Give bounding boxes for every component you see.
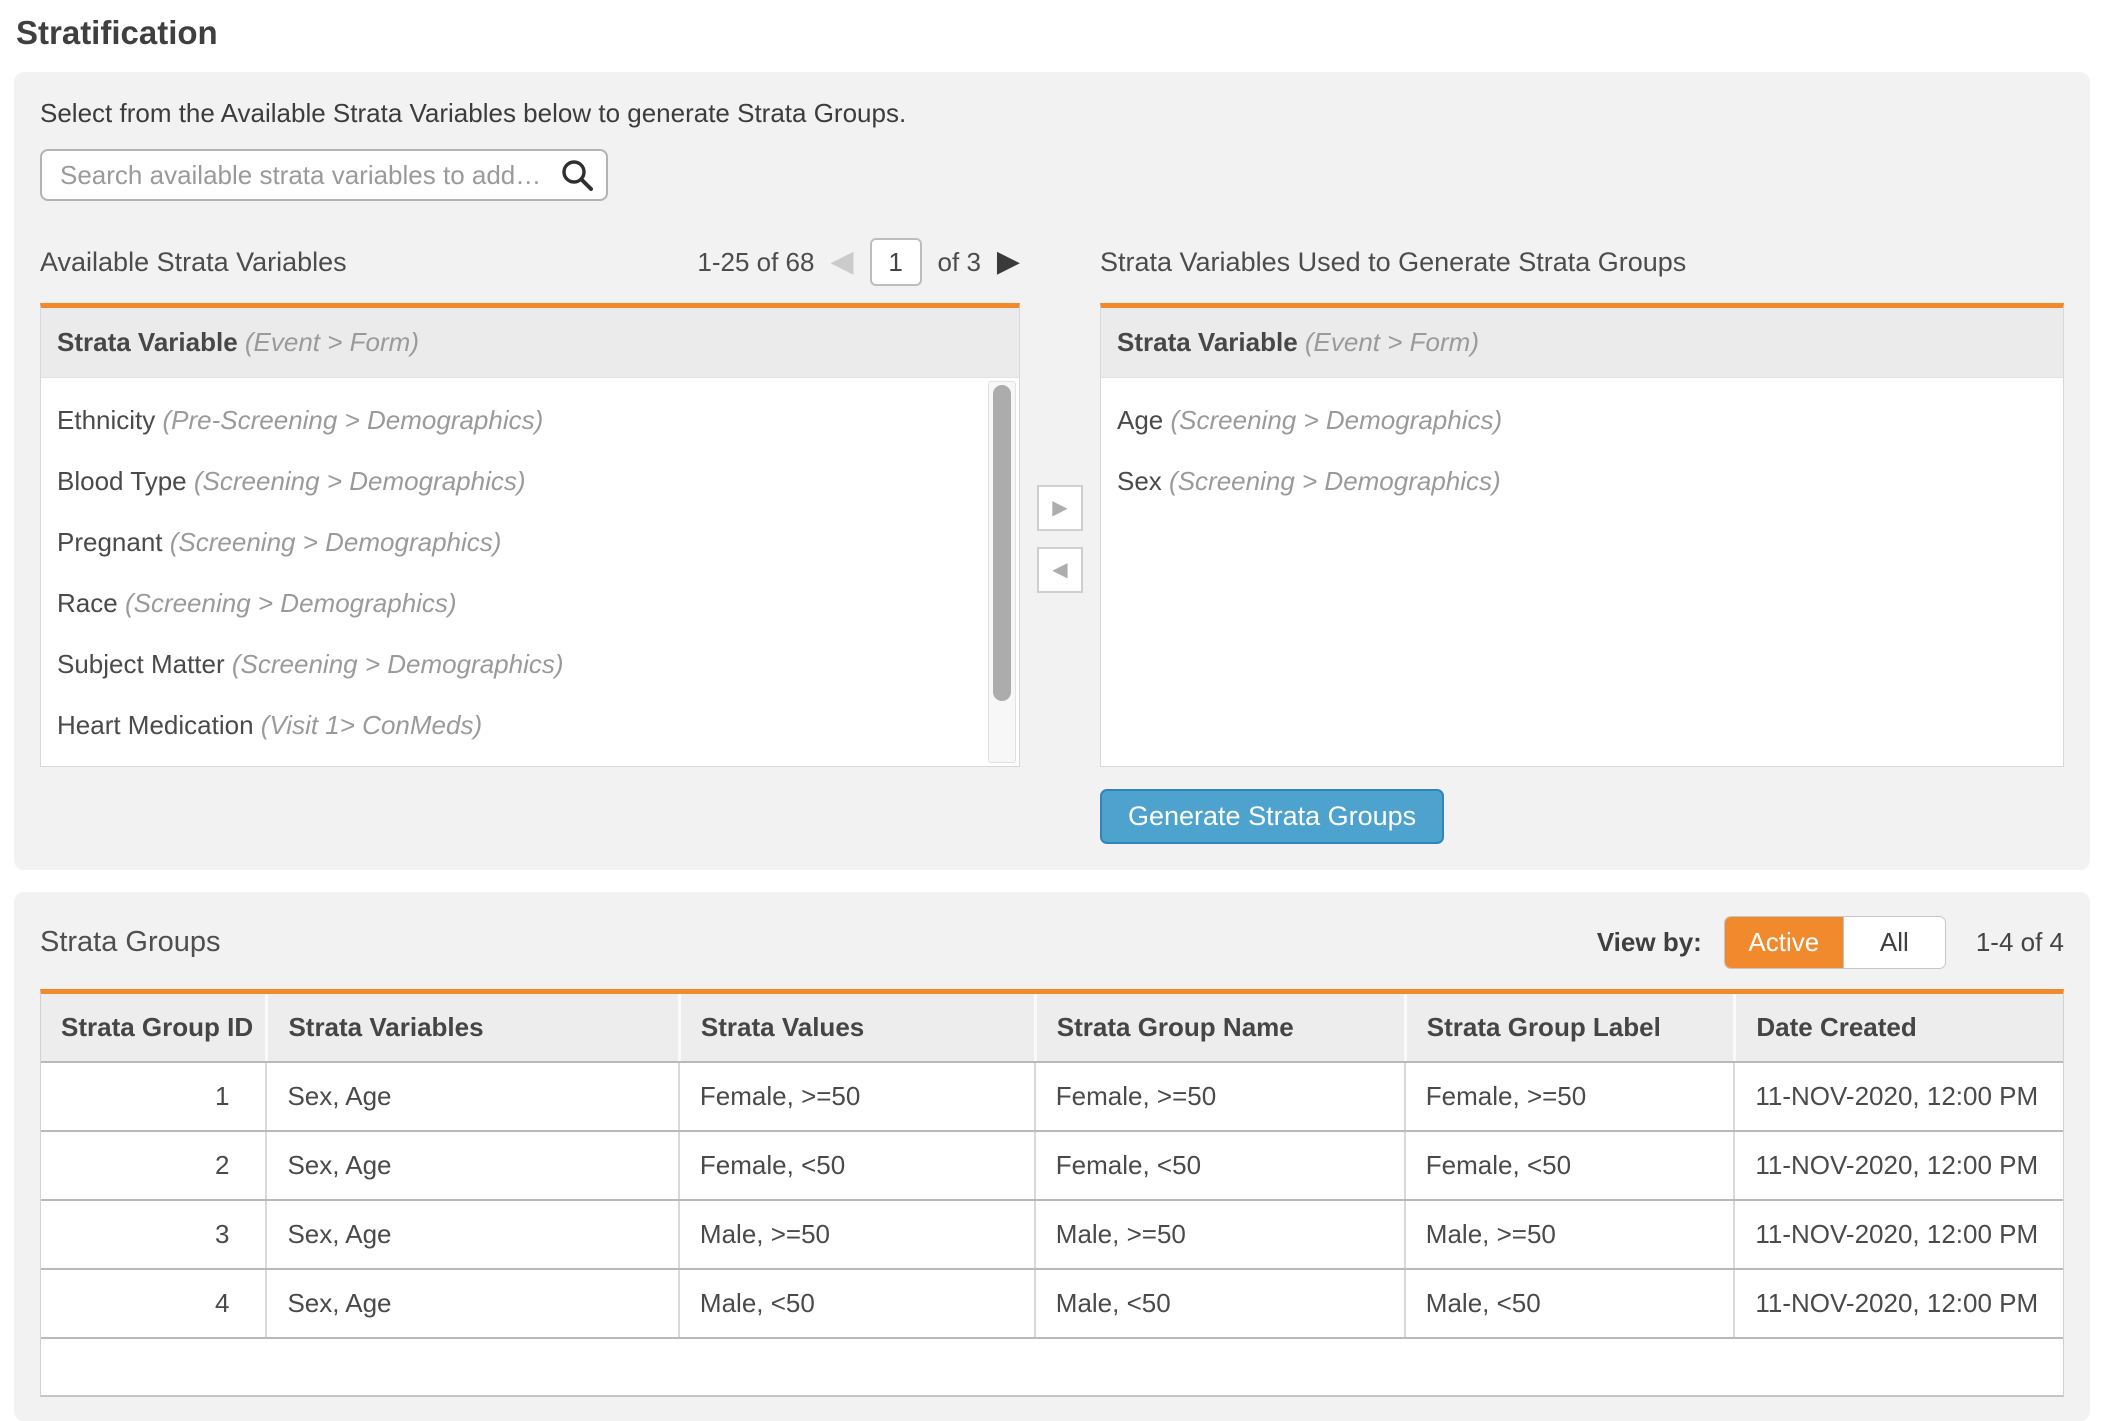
view-by-toggle: Active All xyxy=(1724,916,1946,969)
selected-list-body: Age (Screening > Demographics) Sex (Scre… xyxy=(1101,378,2063,767)
next-page-icon[interactable]: ▶ xyxy=(997,247,1020,277)
table-header-row: Strata Group ID Strata Variables Strata … xyxy=(41,994,2063,1061)
list-item[interactable]: Subject Matter (Screening > Demographics… xyxy=(41,634,1019,695)
view-by-all-button[interactable]: All xyxy=(1843,917,1945,968)
strata-groups-table: Strata Group ID Strata Variables Strata … xyxy=(40,989,2064,1397)
move-right-button[interactable]: ▶ xyxy=(1037,485,1083,531)
list-item[interactable]: Pregnant (Screening > Demographics) xyxy=(41,512,1019,573)
strata-groups-panel: Strata Groups View by: Active All 1-4 of… xyxy=(14,892,2090,1421)
list-item[interactable]: Heart Medication (Visit 1> ConMeds) xyxy=(41,695,1019,756)
available-variables-title: Available Strata Variables xyxy=(40,247,347,278)
list-item[interactable]: Sex (Screening > Demographics) xyxy=(1101,451,2063,512)
stratification-page: Stratification Select from the Available… xyxy=(0,0,2104,1421)
list-item[interactable]: Age (Screening > Demographics) xyxy=(1101,390,2063,451)
available-variables-column: Available Strata Variables 1-25 of 68 ◀ … xyxy=(40,235,1020,844)
search-icon[interactable] xyxy=(560,158,594,192)
table-row: 3 Sex, Age Male, >=50 Male, >=50 Male, >… xyxy=(41,1199,2063,1268)
move-left-icon: ◀ xyxy=(1052,560,1067,580)
available-list-body: Ethnicity (Pre-Screening > Demographics)… xyxy=(41,378,1019,767)
list-header-context: (Event > Form) xyxy=(1305,327,1479,357)
dual-list-area: Available Strata Variables 1-25 of 68 ◀ … xyxy=(40,235,2064,844)
page-title: Stratification xyxy=(16,14,2090,52)
list-header-name: Strata Variable xyxy=(1117,327,1298,357)
pagination: 1-25 of 68 ◀ of 3 ▶ xyxy=(697,238,1020,286)
pagination-range: 1-25 of 68 xyxy=(697,247,814,278)
table-empty-space xyxy=(41,1337,2063,1395)
column-header-strata-group-label: Strata Group Label xyxy=(1404,994,1734,1061)
column-header-date-created: Date Created xyxy=(1733,994,2063,1061)
page-number-input[interactable] xyxy=(870,238,922,286)
move-left-button[interactable]: ◀ xyxy=(1037,547,1083,593)
groups-range-count: 1-4 of 4 xyxy=(1976,927,2064,958)
scrollbar-track[interactable] xyxy=(988,381,1016,763)
selected-list-header: Strata Variable (Event > Form) xyxy=(1101,308,2063,378)
prev-page-icon[interactable]: ◀ xyxy=(830,247,853,277)
move-right-icon: ▶ xyxy=(1052,498,1067,518)
list-header-context: (Event > Form) xyxy=(245,327,419,357)
generate-strata-groups-button[interactable]: Generate Strata Groups xyxy=(1100,789,1444,844)
column-header-strata-values: Strata Values xyxy=(678,994,1034,1061)
list-header-name: Strata Variable xyxy=(57,327,238,357)
scrollbar-thumb[interactable] xyxy=(993,385,1011,701)
selected-variables-title: Strata Variables Used to Generate Strata… xyxy=(1100,247,1686,278)
instruction-text: Select from the Available Strata Variabl… xyxy=(40,98,2064,129)
strata-selection-panel: Select from the Available Strata Variabl… xyxy=(14,72,2090,870)
search-box xyxy=(40,149,608,201)
transfer-controls: ▶ ◀ xyxy=(1020,235,1100,844)
available-list-header: Strata Variable (Event > Form) xyxy=(41,308,1019,378)
table-row: 2 Sex, Age Female, <50 Female, <50 Femal… xyxy=(41,1130,2063,1199)
available-variables-list: Strata Variable (Event > Form) Ethnicity… xyxy=(40,303,1020,767)
search-input[interactable] xyxy=(40,149,608,201)
table-row: 4 Sex, Age Male, <50 Male, <50 Male, <50… xyxy=(41,1268,2063,1337)
table-row: 1 Sex, Age Female, >=50 Female, >=50 Fem… xyxy=(41,1061,2063,1130)
column-header-strata-group-id: Strata Group ID xyxy=(41,994,265,1061)
list-item[interactable]: Ethnicity (Pre-Screening > Demographics) xyxy=(41,390,1019,451)
selected-variables-column: Strata Variables Used to Generate Strata… xyxy=(1100,235,2064,844)
selected-variables-list: Strata Variable (Event > Form) Age (Scre… xyxy=(1100,303,2064,767)
table-body: 1 Sex, Age Female, >=50 Female, >=50 Fem… xyxy=(41,1061,2063,1395)
view-by-active-button[interactable]: Active xyxy=(1725,917,1843,968)
column-header-strata-group-name: Strata Group Name xyxy=(1034,994,1404,1061)
list-item[interactable]: Race (Screening > Demographics) xyxy=(41,573,1019,634)
strata-groups-header: Strata Groups View by: Active All 1-4 of… xyxy=(40,916,2064,969)
view-by-label: View by: xyxy=(1597,927,1702,958)
pagination-total: of 3 xyxy=(938,247,981,278)
strata-groups-title: Strata Groups xyxy=(40,926,1597,959)
column-header-strata-variables: Strata Variables xyxy=(265,994,677,1061)
list-item[interactable]: Blood Type (Screening > Demographics) xyxy=(41,451,1019,512)
